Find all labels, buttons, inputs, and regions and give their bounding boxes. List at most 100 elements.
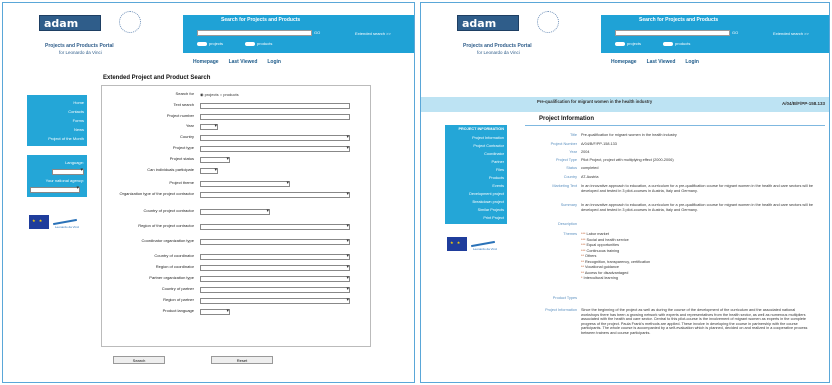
search-header: Search for Projects and Products GO Exte… — [601, 15, 829, 53]
project-sidebar-item[interactable]: Similar Projects — [448, 206, 504, 214]
go-icon[interactable]: GO — [314, 30, 321, 36]
form-field-label: Region of partner — [163, 297, 194, 302]
search-for-label: Search for — [175, 91, 194, 96]
top-nav: Homepage Last Viewed Login — [611, 59, 699, 65]
logo-line1: Projects and Products Portal — [463, 43, 532, 49]
sidebar-item-project-of-month[interactable]: Project of the Month — [30, 134, 84, 143]
theme-item: ** Others — [581, 254, 596, 258]
radio-projects[interactable]: projects — [197, 41, 223, 46]
language-select[interactable]: English — [52, 168, 84, 175]
opt-products[interactable]: products — [223, 92, 238, 97]
nav-last-viewed[interactable]: Last Viewed — [647, 59, 676, 65]
extended-search-link[interactable]: Extended search >> — [773, 31, 809, 36]
logo-box: adam — [457, 15, 519, 31]
project-sidebar-item[interactable]: Breakdown project — [448, 198, 504, 206]
field-label: Title — [569, 133, 577, 137]
radio-products[interactable]: products — [663, 41, 690, 46]
form-select[interactable] — [200, 253, 350, 260]
form-row: Country — [102, 134, 372, 144]
search-for-options[interactable]: ◉ projects ○ products — [200, 92, 239, 97]
theme-rating: *** — [581, 248, 586, 253]
sidebar-item-contacts[interactable]: Contacts — [30, 107, 84, 116]
project-sidebar-item[interactable]: Events — [448, 182, 504, 190]
project-sidebar-item[interactable]: Products — [448, 174, 504, 182]
sidebar-item-forms[interactable]: Forms — [30, 116, 84, 125]
form-row: Project theme — [102, 180, 372, 190]
theme-text: Vocational guidance — [585, 265, 620, 269]
theme-rating: ** — [581, 259, 584, 264]
project-sidebar-item[interactable]: Print Project — [448, 214, 504, 222]
form-text-input[interactable] — [200, 114, 350, 120]
form-select[interactable] — [200, 238, 350, 245]
go-icon[interactable]: GO — [732, 30, 739, 36]
form-select[interactable] — [200, 308, 230, 315]
form-select[interactable] — [200, 297, 350, 304]
form-select[interactable] — [200, 123, 218, 130]
form-field-label: Country of coordinator — [154, 253, 194, 258]
project-sidebar-item[interactable]: Project Contractor — [448, 142, 504, 150]
sidebar-item-home[interactable]: Home — [30, 98, 84, 107]
left-sidebar: Home Contacts Forms News Project of the … — [27, 95, 87, 146]
form-select[interactable] — [200, 223, 350, 230]
nav-homepage[interactable]: Homepage — [611, 59, 637, 65]
project-sidebar-item[interactable]: Development project — [448, 190, 504, 198]
form-select[interactable] — [200, 145, 350, 152]
form-row: Product language — [102, 308, 372, 318]
radio-icon — [615, 41, 625, 46]
project-sidebar-item[interactable]: Partner — [448, 158, 504, 166]
adam-logo[interactable]: adam Projects and Products Portal for Le… — [457, 11, 577, 63]
form-row: Project type — [102, 145, 372, 155]
theme-item: ** Vocational guidance — [581, 265, 619, 269]
form-select[interactable] — [200, 167, 218, 174]
project-banner: Pre-qualification for migrant women in t… — [421, 97, 829, 112]
form-select[interactable] — [200, 156, 230, 163]
form-select[interactable] — [200, 208, 270, 215]
form-select[interactable] — [200, 191, 350, 198]
nav-last-viewed[interactable]: Last Viewed — [229, 59, 258, 65]
sidebar-item-news[interactable]: News — [30, 125, 84, 134]
search-title: Search for Projects and Products — [221, 17, 301, 23]
theme-rating: * — [581, 276, 583, 280]
form-select[interactable] — [200, 180, 290, 187]
search-panel: adam Projects and Products Portal for Le… — [2, 2, 415, 383]
field-label: Status — [566, 166, 577, 170]
nav-login[interactable]: Login — [685, 59, 699, 65]
radio-projects[interactable]: projects — [615, 41, 641, 46]
leonardo-logo: Leonardo da Vinci — [471, 237, 497, 251]
form-field-label: Project status — [169, 156, 194, 161]
project-sidebar-item: PROJECT INFORMATION — [458, 127, 505, 131]
opt-projects[interactable]: projects — [205, 92, 219, 97]
nav-homepage[interactable]: Homepage — [193, 59, 219, 65]
top-nav: Homepage Last Viewed Login — [193, 59, 281, 65]
search-button[interactable]: Search — [113, 356, 165, 364]
form-select[interactable] — [200, 275, 350, 282]
theme-text: Others — [585, 254, 597, 258]
adam-logo[interactable]: adam Projects and Products Portal for Le… — [39, 11, 159, 63]
radio-products[interactable]: products — [245, 41, 272, 46]
nav-login[interactable]: Login — [267, 59, 281, 65]
form-select[interactable] — [200, 134, 350, 141]
extended-search-link[interactable]: Extended search >> — [355, 31, 391, 36]
quick-search-input[interactable] — [197, 30, 312, 36]
quick-search-input[interactable] — [615, 30, 730, 36]
form-field-label: Country of partner — [161, 286, 194, 291]
theme-rating: ** — [581, 270, 584, 275]
form-field-label: Product language — [162, 308, 194, 313]
form-text-input[interactable] — [200, 103, 350, 109]
section-title: Project Information — [539, 116, 595, 122]
form-row: Organization type of the project contrac… — [102, 191, 372, 201]
field-value: A/04/B/F/PP-158.133 — [581, 142, 617, 146]
form-select[interactable] — [200, 286, 350, 293]
radio-projects-label: projects — [209, 41, 224, 46]
reset-button[interactable]: Reset — [211, 356, 273, 364]
form-row: Region of partner — [102, 297, 372, 307]
agency-select[interactable]: Poland — [30, 186, 80, 193]
field-label: Country — [563, 175, 577, 179]
field-value: 2004 — [581, 150, 590, 154]
project-sidebar-item[interactable]: Files — [448, 166, 504, 174]
project-sidebar-item[interactable]: Coordinator — [448, 150, 504, 158]
search-form: Search for ◉ projects ○ products Text se… — [101, 85, 371, 347]
form-select[interactable] — [200, 264, 350, 271]
project-sidebar-item[interactable]: Project Information — [448, 134, 504, 142]
radio-icon — [245, 41, 255, 46]
